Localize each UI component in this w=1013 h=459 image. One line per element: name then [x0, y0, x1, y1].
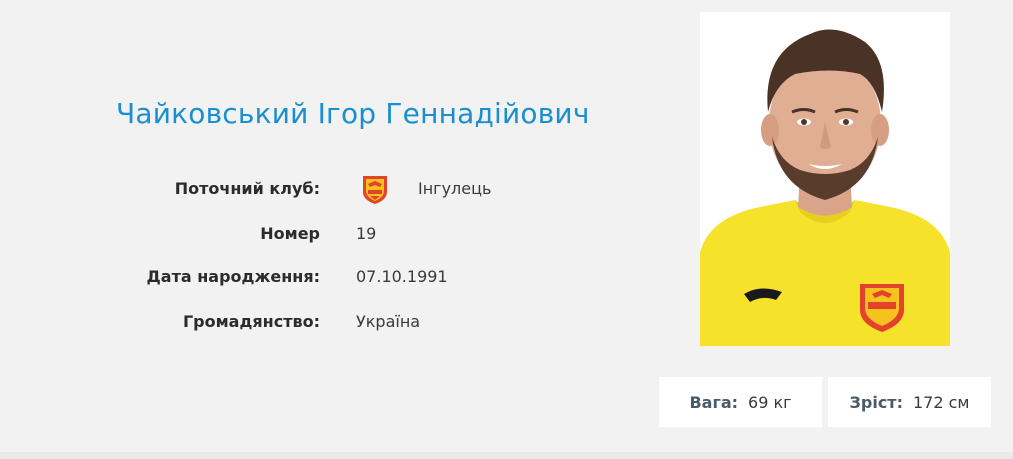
- club-label: Поточний клуб:: [174, 179, 320, 198]
- height-value: 172 см: [912, 392, 970, 412]
- info-row-birthdate: Дата народження: 07.10.1991: [0, 262, 620, 292]
- height-box: Зріст: 172 см: [828, 377, 991, 427]
- birthdate-label: Дата народження:: [146, 267, 320, 286]
- ingulets-crest-icon[interactable]: [358, 172, 392, 206]
- bottom-divider: [0, 452, 1013, 459]
- citizenship-label: Громадянство:: [182, 312, 320, 331]
- number-label: Номер: [260, 224, 320, 243]
- weight-label: Вага:: [689, 392, 739, 412]
- player-name: Чайковський Ігор Геннадійович: [116, 97, 590, 130]
- info-row-number: Номер 19: [0, 219, 620, 249]
- number-value: 19: [356, 224, 377, 243]
- birthdate-value: 07.10.1991: [356, 267, 448, 286]
- info-row-club: Поточний клуб: Інгулець: [0, 174, 620, 204]
- height-label: Зріст:: [849, 392, 903, 412]
- weight-value: 69 кг: [748, 392, 792, 412]
- player-photo: [700, 12, 950, 346]
- club-value[interactable]: Інгулець: [418, 174, 491, 204]
- info-row-citizenship: Громадянство: Україна: [0, 307, 620, 337]
- weight-box: Вага: 69 кг: [659, 377, 822, 427]
- citizenship-value: Україна: [356, 312, 421, 331]
